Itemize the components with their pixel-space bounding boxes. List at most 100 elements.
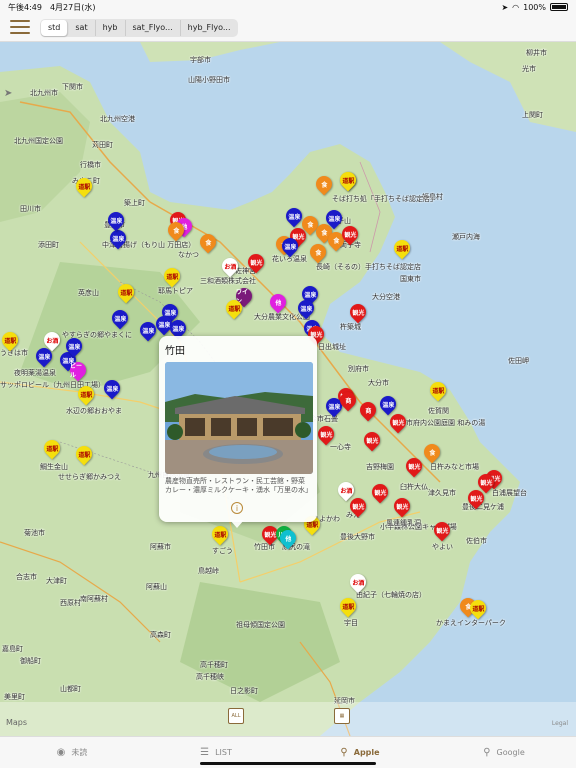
pin-label: 食: [428, 449, 436, 457]
legal-link[interactable]: Legal: [552, 720, 568, 727]
place-label: そば打ち処「手打ちそば認定店」: [332, 195, 437, 203]
location-arrow-icon[interactable]: ➤: [4, 88, 12, 99]
pin-label: 観光: [351, 309, 365, 317]
place-label: やよい: [432, 543, 453, 551]
place-label: 美里町: [4, 693, 25, 701]
place-label: 一心寺: [330, 443, 351, 451]
tab-unread[interactable]: ◉ 未読: [0, 737, 144, 768]
place-label: 日杵みなと市場: [430, 463, 479, 471]
pin-label: 観光: [249, 259, 263, 267]
tab-google-label: Google: [496, 748, 525, 757]
pin-label: 道駅: [471, 605, 485, 613]
pin-label: お酒: [339, 487, 353, 495]
pin-label: 商: [344, 397, 352, 405]
tab-list-label: LIST: [215, 748, 232, 757]
pin-label: 食: [204, 239, 212, 247]
place-label: すごう: [212, 547, 233, 555]
place-label: 臼杵大仏: [400, 483, 428, 491]
place-label: 吉野梅園: [366, 463, 394, 471]
status-time: 午後4:49 4月27日(水): [8, 2, 96, 12]
place-label: 佐田岬: [508, 357, 529, 365]
place-label: 南阿蘇村: [80, 595, 108, 603]
pin-label: 温泉: [303, 291, 317, 299]
place-label: 佐伯市: [466, 537, 487, 545]
place-label: 大分市: [368, 379, 389, 387]
pin-label: 食: [332, 237, 340, 245]
pin-label: 温泉: [299, 305, 313, 313]
place-label: 別府市: [348, 365, 369, 373]
pin-label: 他: [274, 299, 282, 307]
pin-label: 道駅: [45, 445, 59, 453]
place-label: 宇目: [344, 619, 358, 627]
wifi-icon: ◠: [512, 2, 520, 12]
pin-label: 道駅: [227, 305, 241, 313]
pin-label: 観光: [351, 503, 365, 511]
pin-label: ビール: [70, 363, 83, 379]
place-label: 佐賀関: [428, 407, 449, 415]
place-label: 柳井市: [526, 49, 547, 57]
place-label: 瀬戸内海: [452, 233, 480, 241]
place-label: 大分空港: [372, 293, 400, 301]
pin-label: 温泉: [157, 321, 171, 329]
place-label: 添田町: [38, 241, 59, 249]
place-label: 夜明薬湯温泉: [14, 369, 56, 377]
place-label: 鳥越峠: [198, 567, 219, 575]
pin-icon: ⚲: [483, 747, 491, 758]
tab-apple-label: Apple: [353, 748, 380, 757]
place-label: 耶馬トピア: [158, 287, 193, 295]
menu-icon[interactable]: [10, 20, 30, 34]
segment-hyb[interactable]: hyb: [96, 20, 126, 36]
show-all-button[interactable]: ALL: [228, 708, 244, 724]
pin-label: 他: [284, 535, 292, 543]
place-label: 下関市: [62, 83, 83, 91]
pin-label: 観光: [263, 531, 277, 539]
tile-toggle-icon[interactable]: ▦: [334, 708, 350, 724]
pin-label: 道駅: [3, 337, 17, 345]
map-pin[interactable]: ビール: [66, 358, 90, 382]
pin-label: 食: [172, 227, 180, 235]
status-bar: 午後4:49 4月27日(水) ➤ ◠ 100%: [0, 0, 576, 14]
pin-label: 道駅: [165, 273, 179, 281]
place-label: 風連鍾乳洞: [386, 519, 421, 527]
pin-label: 道駅: [395, 245, 409, 253]
location-icon: ➤: [501, 2, 509, 12]
place-label: うきは市: [0, 349, 28, 357]
place-label: 長崎（そるの）手打ちそば認定店: [316, 263, 421, 271]
place-label: 白浦展望台: [492, 489, 527, 497]
pin-label: 道駅: [77, 183, 91, 191]
segment-std[interactable]: std: [41, 20, 69, 36]
place-label: 杵築城: [340, 323, 361, 331]
place-label: 国東市: [400, 275, 421, 283]
info-icon[interactable]: i: [231, 502, 243, 514]
place-label: 光市: [522, 65, 536, 73]
segment-hyb-flyover[interactable]: hyb_Flyo...: [181, 20, 238, 36]
rss-icon: ◉: [56, 747, 66, 758]
place-label: 上関町: [522, 111, 543, 119]
pin-label: 食: [314, 249, 322, 257]
place-label: 苅田町: [92, 141, 113, 149]
place-label: 由紀子（七輪焼の店）: [356, 591, 426, 599]
place-label: 御船町: [20, 657, 41, 665]
place-label: 山都町: [60, 685, 81, 693]
place-label: 行橋市: [80, 161, 101, 169]
pin-label: 温泉: [67, 343, 81, 351]
place-callout[interactable]: 竹田 農産物直売所・レストラン・民工芸館・野菜カレー・濃厚ミルクケーキ・湧水「万…: [159, 336, 317, 522]
place-label: 北九州市: [30, 89, 58, 97]
pin-label: 道駅: [119, 289, 133, 297]
place-label: 三和酒類株式会社: [200, 277, 256, 285]
segment-sat[interactable]: sat: [68, 20, 96, 36]
place-label: 西原村: [60, 599, 81, 607]
pin-label: 温泉: [113, 315, 127, 323]
tab-google[interactable]: ⚲ Google: [432, 737, 576, 768]
pin-label: 観光: [469, 495, 483, 503]
place-label: 津久見市: [428, 489, 456, 497]
segment-sat-flyover[interactable]: sat_Flyo...: [126, 20, 181, 36]
place-label: 大津町: [46, 577, 67, 585]
pin-label: 道駅: [341, 177, 355, 185]
pin-label: 温泉: [141, 327, 155, 335]
pin-label: 温泉: [327, 403, 341, 411]
pin-label: 食: [320, 229, 328, 237]
pin-label: 観光: [319, 431, 333, 439]
pin-label: 温泉: [283, 243, 297, 251]
place-label: かまえインターパーク: [436, 619, 506, 627]
